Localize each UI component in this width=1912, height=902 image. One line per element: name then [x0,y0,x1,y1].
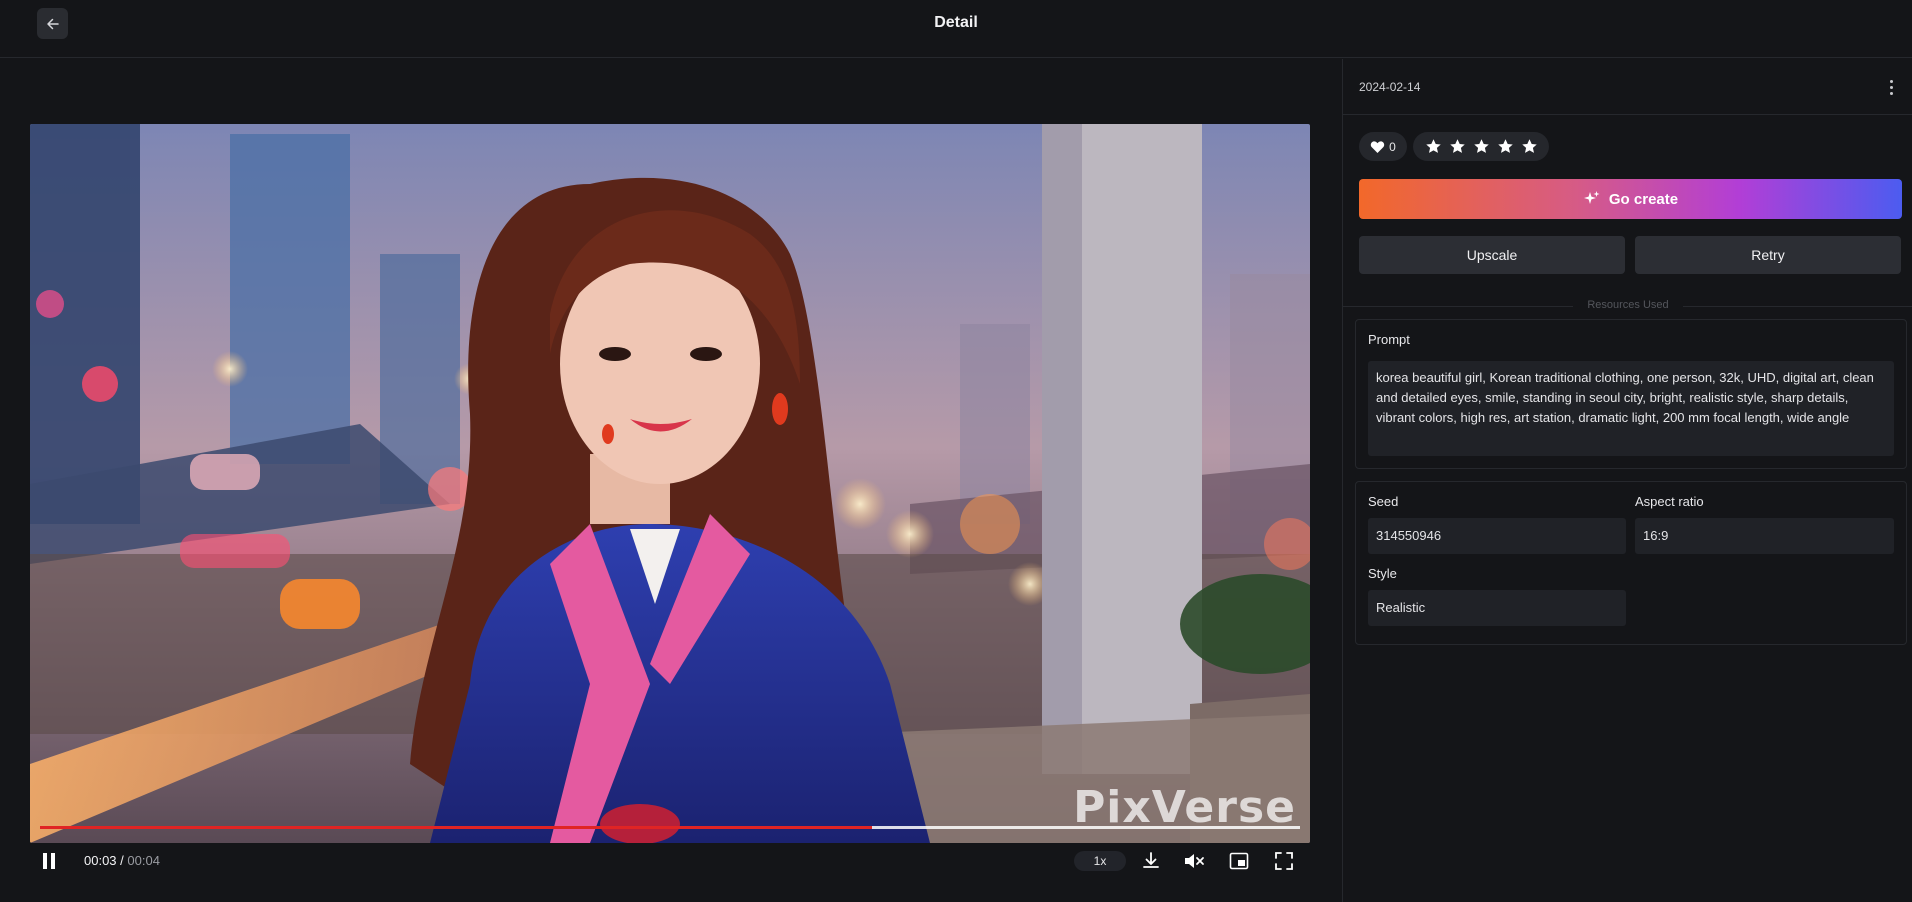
speaker-muted-icon [1185,854,1204,868]
page-title: Detail [934,14,978,31]
rating-stars [1413,132,1549,161]
star-icon[interactable] [1449,138,1466,155]
creation-date: 2024-02-14 [1359,80,1421,94]
divider-line [1683,306,1912,307]
more-options-button[interactable] [1881,75,1901,99]
seed-label: Seed [1368,494,1399,509]
resources-used-label: Resources Used [1587,299,1669,311]
pip-button[interactable] [1226,843,1252,879]
aspect-ratio-value: 16:9 [1635,518,1894,554]
time-separator: / [120,853,124,868]
sparkle-icon [1583,191,1600,204]
pause-icon [43,853,55,869]
more-dot [1889,91,1893,95]
video-area: PixVerse 00:03 / 00:04 1x [0,59,1342,902]
style-label: Style [1368,566,1397,581]
current-time: 00:03 [84,853,117,868]
detail-panel: 2024-02-14 0 Go create Upscale Retry Res… [1342,59,1912,902]
fullscreen-icon [1275,852,1293,870]
pause-button[interactable] [36,843,62,879]
go-create-button[interactable]: Go create [1359,179,1902,219]
video-player[interactable]: PixVerse [30,124,1310,843]
time-display: 00:03 / 00:04 [84,853,160,868]
star-icon[interactable] [1497,138,1514,155]
aspect-ratio-label: Aspect ratio [1635,494,1704,509]
heart-icon [1370,140,1385,153]
duration: 00:04 [127,853,160,868]
parameters-card: Seed 314550946 Aspect ratio 16:9 Style R… [1355,481,1907,645]
player-controls: 00:03 / 00:04 1x [30,843,1310,879]
mute-button[interactable] [1181,843,1207,879]
progress-bar[interactable] [40,826,1300,829]
star-icon[interactable] [1425,138,1442,155]
picture-in-picture-icon [1229,852,1249,870]
more-dot [1889,85,1893,89]
fullscreen-button[interactable] [1271,843,1297,879]
go-create-label: Go create [1608,190,1679,208]
like-button[interactable]: 0 [1359,132,1407,161]
upscale-button[interactable]: Upscale [1359,236,1625,274]
prompt-label: Prompt [1368,332,1410,347]
prompt-text: korea beautiful girl, Korean traditional… [1368,361,1894,456]
prompt-card: Prompt korea beautiful girl, Korean trad… [1355,319,1907,469]
star-icon[interactable] [1473,138,1490,155]
video-frame [30,124,1310,843]
download-button[interactable] [1138,843,1164,879]
like-count: 0 [1389,139,1396,154]
resources-divider: Resources Used [1343,299,1912,313]
progress-fill [40,826,872,829]
download-icon [1143,852,1159,868]
top-bar: Detail [0,0,1912,58]
seed-value: 314550946 [1368,518,1626,554]
star-icon[interactable] [1521,138,1538,155]
speed-button[interactable]: 1x [1074,851,1126,871]
retry-button[interactable]: Retry [1635,236,1901,274]
more-vertical-icon [1889,79,1893,83]
style-value: Realistic [1368,590,1626,626]
date-row: 2024-02-14 [1343,59,1912,115]
